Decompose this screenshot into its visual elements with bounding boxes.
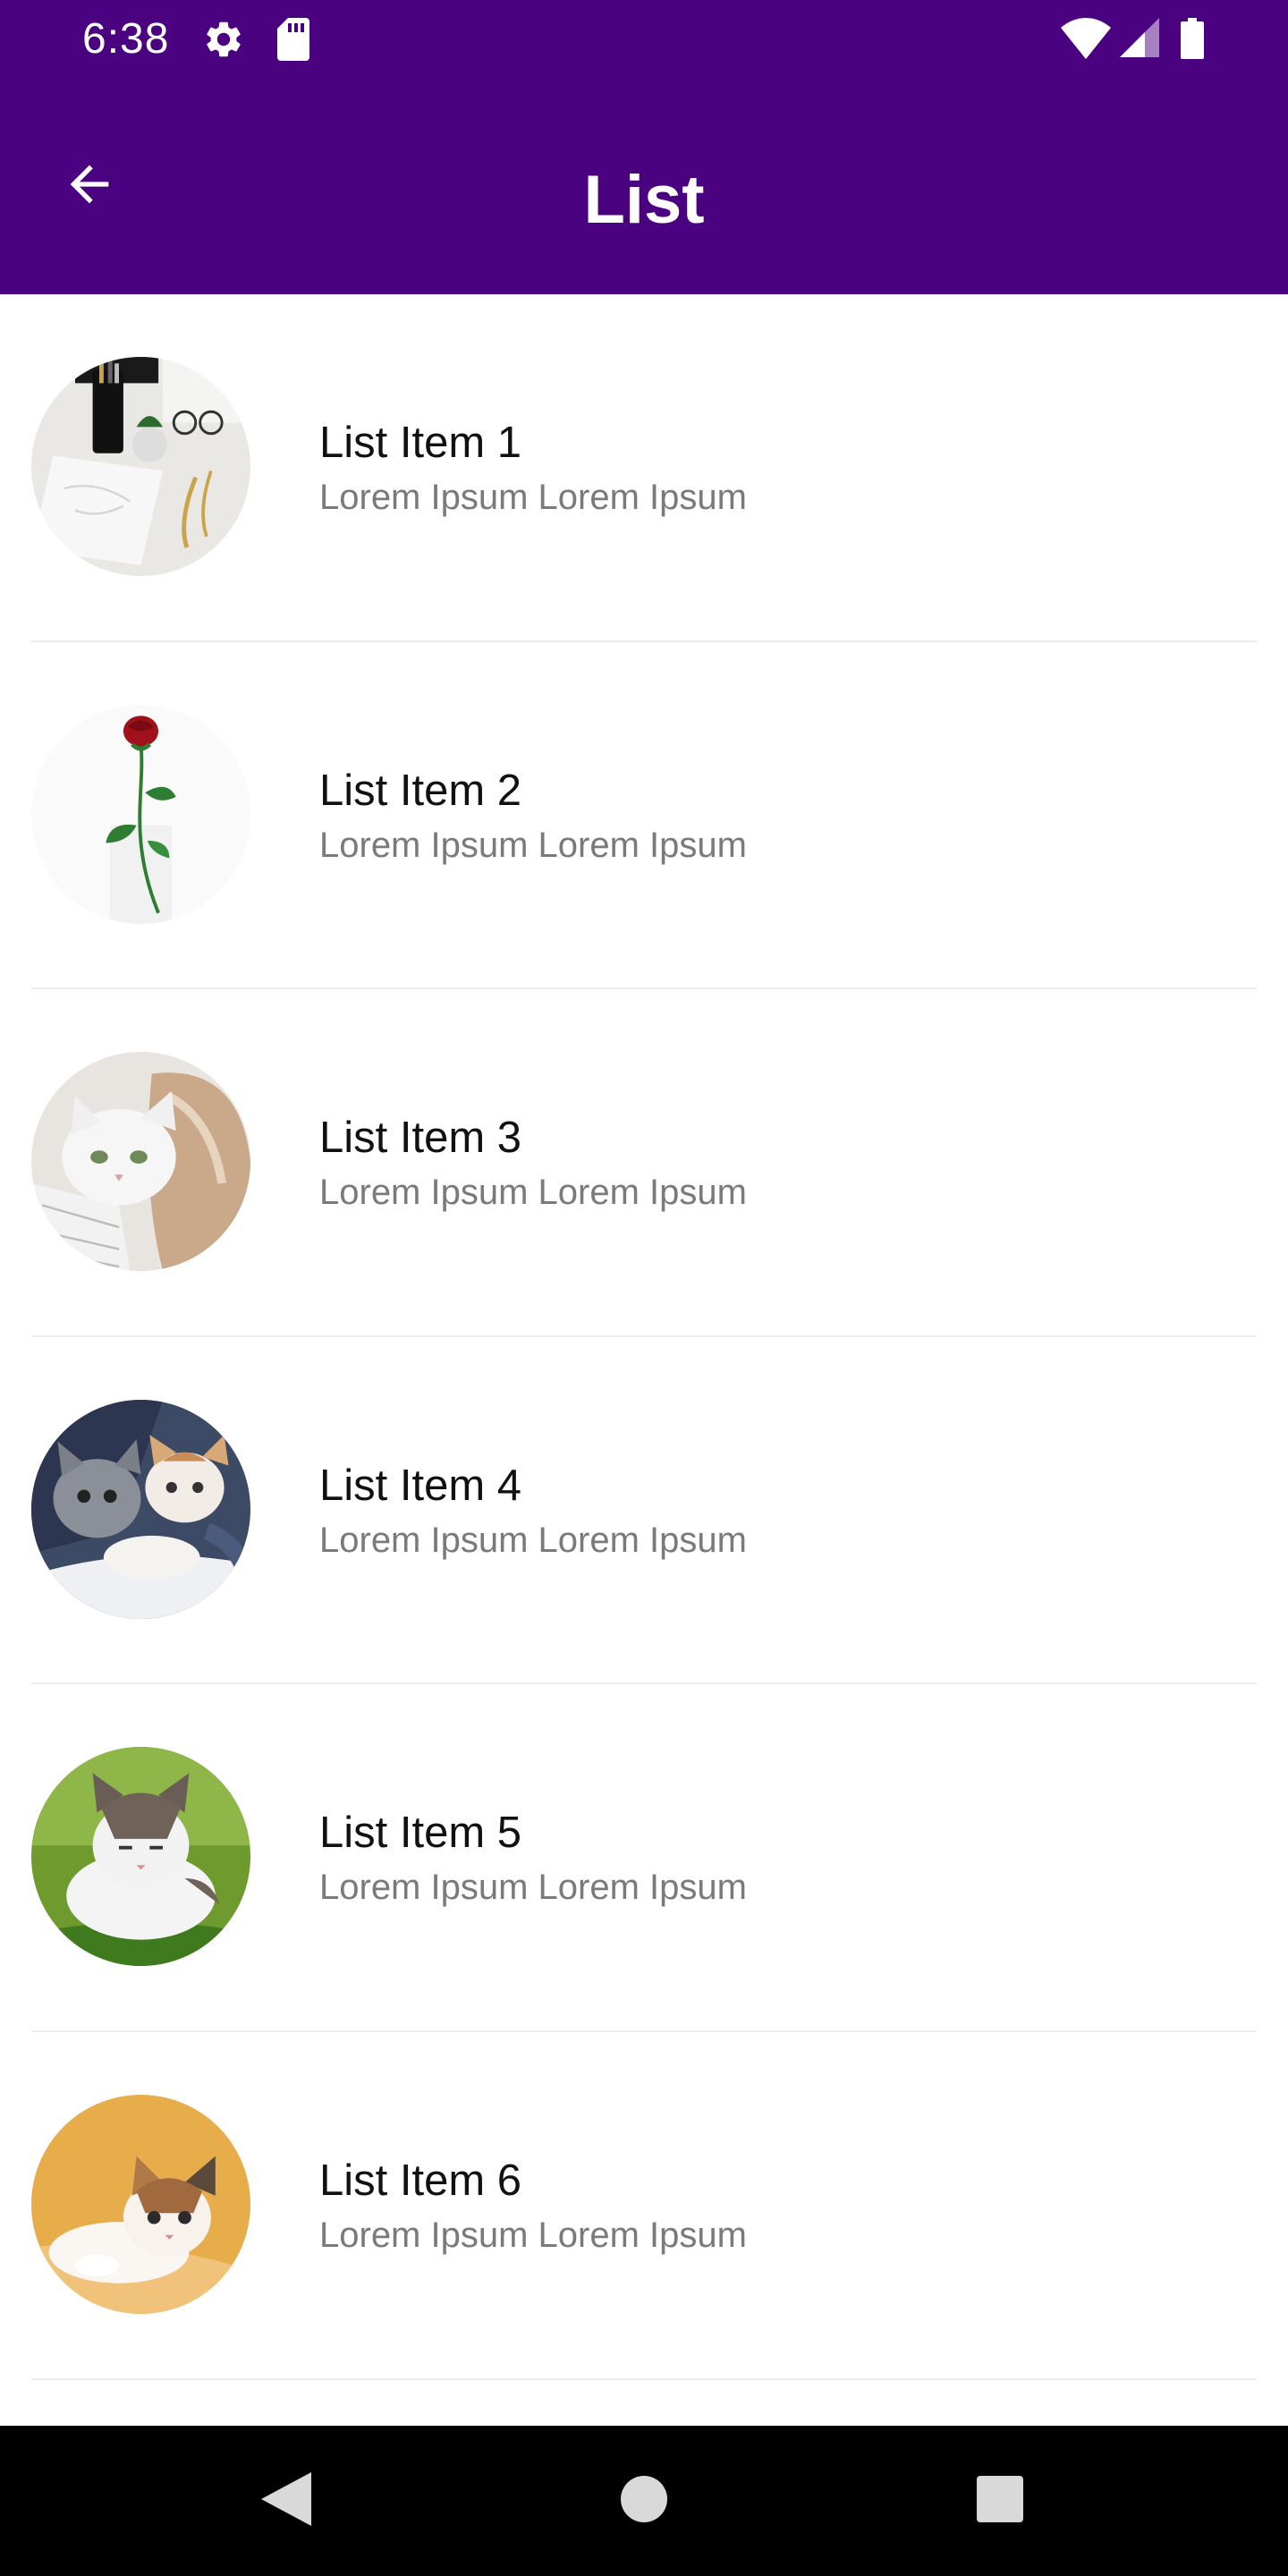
cell-signal-icon (1120, 18, 1159, 62)
status-bar: 6:38 (0, 0, 1288, 79)
list-item-subtitle: Lorem Ipsum Lorem Ipsum (319, 825, 747, 865)
cat-on-grass-thumbnail (31, 1747, 250, 1967)
kitten-orange-background-thumbnail (31, 2094, 250, 2314)
back-triangle-icon (261, 2471, 311, 2530)
list-item-title: List Item 3 (319, 1114, 522, 1163)
list-item-title: List Item 2 (319, 766, 522, 815)
desk-workspace-thumbnail (31, 357, 250, 576)
list-item-subtitle: Lorem Ipsum Lorem Ipsum (319, 478, 747, 517)
list-item-text: List Item 1 Lorem Ipsum Lorem Ipsum (319, 415, 747, 520)
app-bar: List (0, 79, 1288, 294)
nav-back-button[interactable] (250, 2465, 322, 2537)
nav-recents-button[interactable] (964, 2465, 1036, 2537)
page-title: List (583, 162, 705, 238)
wifi-icon (1061, 18, 1111, 64)
battery-icon (1181, 18, 1204, 64)
nav-home-button[interactable] (608, 2465, 680, 2537)
home-circle-icon (621, 2475, 667, 2527)
list-item-text: List Item 6 Lorem Ipsum Lorem Ipsum (319, 2153, 747, 2258)
system-navigation-bar (0, 2426, 1288, 2576)
list-item[interactable]: List Item 3 Lorem Ipsum Lorem Ipsum (0, 989, 1288, 1337)
white-kitten-thumbnail (31, 1052, 250, 1272)
list-item[interactable]: List Item 1 Lorem Ipsum Lorem Ipsum (0, 294, 1288, 642)
list-item[interactable]: List Item 4 Lorem Ipsum Lorem Ipsum (0, 1337, 1288, 1685)
status-time: 6:38 (82, 15, 170, 63)
list-item-subtitle: Lorem Ipsum Lorem Ipsum (319, 1520, 747, 1560)
list-item-text: List Item 2 Lorem Ipsum Lorem Ipsum (319, 763, 747, 868)
kittens-on-jeans-thumbnail (31, 1399, 250, 1619)
red-rose-thumbnail (31, 704, 250, 924)
list-item-title: List Item 4 (319, 1461, 522, 1510)
list-item-text: List Item 5 Lorem Ipsum Lorem Ipsum (319, 1805, 747, 1910)
sd-card-icon (274, 18, 311, 65)
list-item-subtitle: Lorem Ipsum Lorem Ipsum (319, 1173, 747, 1213)
list-item[interactable]: List Item 2 Lorem Ipsum Lorem Ipsum (0, 642, 1288, 990)
list-item-text: List Item 3 Lorem Ipsum Lorem Ipsum (319, 1110, 747, 1215)
item-list: List Item 1 Lorem Ipsum Lorem Ipsum List… (0, 294, 1288, 2380)
list-item-title: List Item 1 (319, 419, 522, 467)
list-item[interactable]: List Item 6 Lorem Ipsum Lorem Ipsum (0, 2032, 1288, 2380)
recents-square-icon (977, 2475, 1023, 2527)
divider (31, 2377, 1257, 2380)
list-item[interactable]: List Item 5 Lorem Ipsum Lorem Ipsum (0, 1684, 1288, 2032)
list-item-title: List Item 6 (319, 2156, 522, 2205)
list-item-subtitle: Lorem Ipsum Lorem Ipsum (319, 1868, 747, 1908)
gear-icon (202, 18, 245, 65)
list-item-subtitle: Lorem Ipsum Lorem Ipsum (319, 2215, 747, 2255)
list-item-text: List Item 4 Lorem Ipsum Lorem Ipsum (319, 1458, 747, 1563)
list-item-title: List Item 5 (319, 1809, 522, 1858)
